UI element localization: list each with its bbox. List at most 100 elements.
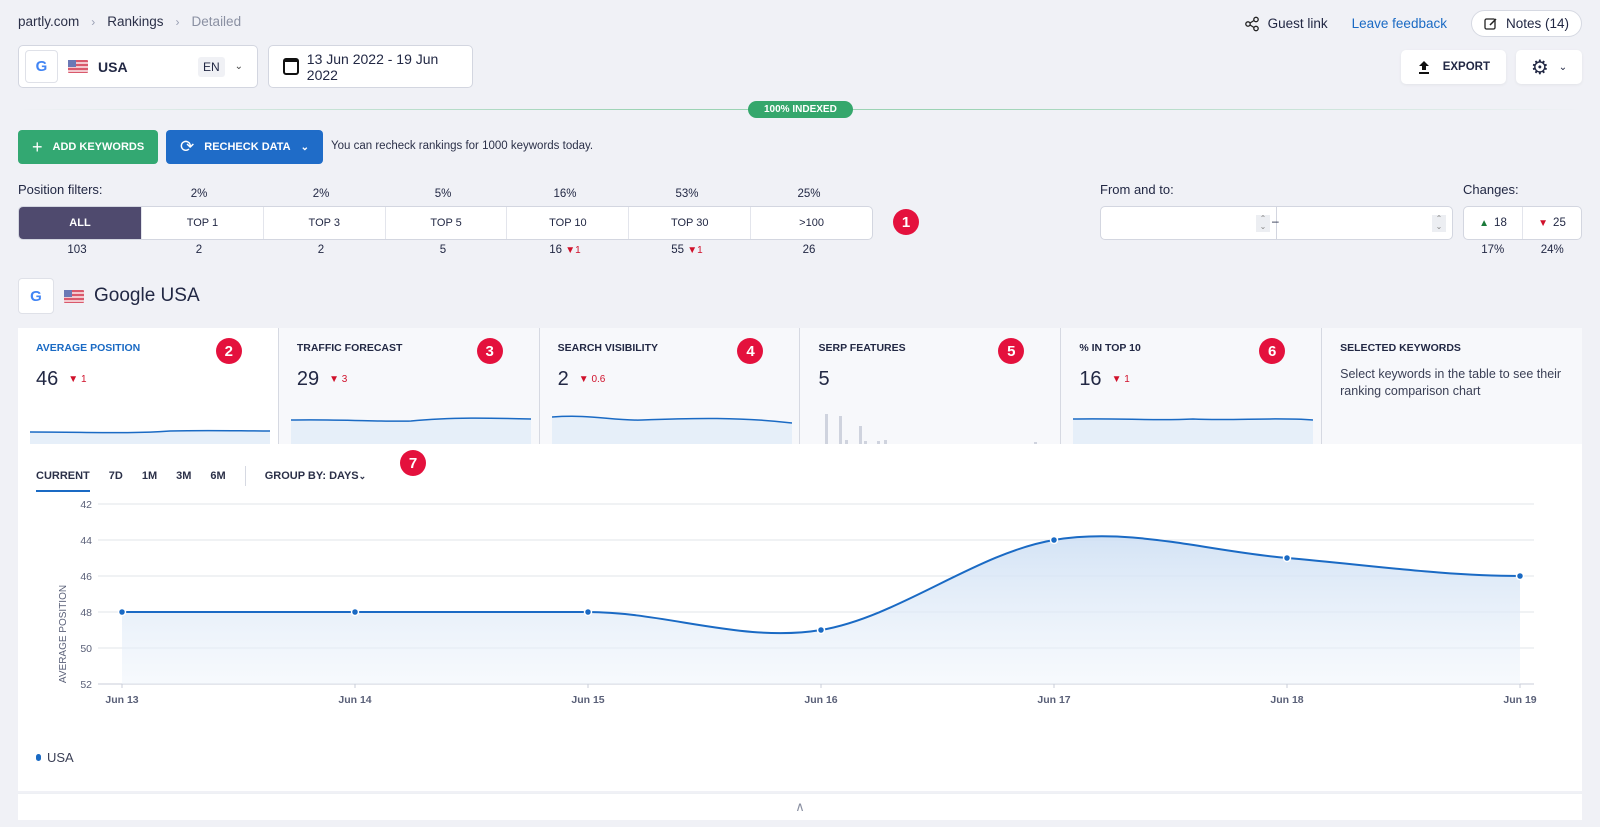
filter-percent-row: 2% 2% 5% 16% 53% 25% — [138, 188, 870, 200]
metric-average-position[interactable]: AVERAGE POSITION 46 ▼ 1 2 — [18, 328, 278, 444]
metric-traffic-forecast[interactable]: TRAFFIC FORECAST 29 ▼ 3 3 — [277, 328, 539, 444]
serp-bars — [825, 414, 1038, 444]
recheck-data-label: RECHECK DATA — [204, 141, 291, 153]
filter-count: 26 — [802, 244, 816, 256]
changes-up-count: 18 — [1494, 217, 1507, 229]
legend-marker — [36, 754, 41, 761]
average-position-chart: 42 44 46 48 50 52 Jun 13 Jun 14 Jun 15 Jun 16 Jun… — [58, 499, 1537, 706]
metric-change-value: 3 — [341, 374, 348, 385]
data-point[interactable] — [583, 607, 593, 617]
add-keywords-label: ADD KEYWORDS — [52, 141, 145, 153]
breadcrumb-site[interactable]: partly.com — [18, 14, 79, 29]
breadcrumb-rankings[interactable]: Rankings — [107, 14, 163, 29]
changes-up-button[interactable]: ▲ 18 — [1464, 207, 1522, 239]
to-input[interactable]: ⌃ ⌄ — [1277, 207, 1452, 239]
settings-button[interactable]: ⚙ ⌄ — [1516, 50, 1582, 84]
google-icon: G — [25, 50, 58, 83]
engine-location-selector[interactable]: G USA EN ⌄ — [18, 45, 258, 88]
metric-value: 29 — [296, 368, 320, 390]
indexed-badge: 100% INDEXED — [748, 101, 853, 118]
data-point[interactable] — [117, 607, 127, 617]
filter-percent: 2% — [312, 188, 330, 200]
x-tick-label: Jun 13 — [105, 694, 138, 706]
export-button[interactable]: EXPORT — [1400, 50, 1506, 84]
x-tick-label: Jun 18 — [1270, 694, 1303, 706]
metric-serp-features[interactable]: SERP FEATURES 5 5 — [799, 328, 1061, 444]
data-point[interactable] — [1049, 535, 1059, 545]
metric-value: 2 — [557, 368, 569, 390]
changes-down-percent: 24% — [1540, 244, 1564, 256]
country-label: USA — [98, 58, 128, 75]
changes-down-button[interactable]: ▼ 25 — [1522, 207, 1581, 239]
engine-header: G Google USA — [18, 278, 200, 314]
metric-change-value: 1 — [1124, 374, 1130, 385]
collapse-chart-button[interactable]: ∧ — [18, 793, 1582, 820]
chevron-right-icon: › — [175, 14, 180, 29]
plus-icon: + — [32, 136, 43, 157]
chart-area — [122, 536, 1520, 684]
annotation-badge: 5 — [998, 338, 1025, 364]
filter-over-100[interactable]: >100 — [750, 207, 872, 239]
notes-button[interactable]: Notes (14) — [1470, 10, 1582, 37]
count-value: 16 — [549, 244, 563, 256]
metric-search-visibility[interactable]: SEARCH VISIBILITY 2 ▼ 0.6 4 — [538, 328, 800, 444]
spinner-icon[interactable]: ⌃ ⌄ — [1432, 215, 1446, 232]
google-icon: G — [18, 278, 54, 314]
tab-3m[interactable]: 3M — [176, 470, 191, 482]
guest-link-button[interactable]: Guest link — [1244, 16, 1328, 32]
data-point[interactable] — [350, 607, 360, 617]
chart-legend[interactable]: USA — [36, 750, 74, 765]
metric-change-value: 0.6 — [591, 374, 606, 385]
filter-top-5[interactable]: TOP 5 — [384, 207, 507, 239]
top-actions: Guest link Leave feedback Notes (14) — [1244, 10, 1582, 37]
filter-top-3[interactable]: TOP 3 — [262, 207, 385, 239]
spinner-icon[interactable]: ⌃ ⌄ — [1256, 215, 1270, 232]
data-point[interactable] — [1282, 553, 1292, 563]
guest-link-label: Guest link — [1267, 16, 1328, 31]
group-by-dropdown[interactable]: GROUP BY: DAYS⌄ — [265, 470, 367, 482]
data-point[interactable] — [816, 625, 826, 635]
us-flag-icon — [64, 289, 84, 303]
metric-value: 46 — [36, 368, 59, 390]
from-input[interactable]: ⌃ ⌄ — [1101, 207, 1277, 239]
position-filters-label: Position filters: — [18, 182, 103, 197]
count-change: 1 — [575, 245, 581, 256]
metric-change: ▼ 0.6 — [578, 374, 606, 385]
breadcrumb: partly.com › Rankings › Detailed — [18, 14, 241, 29]
data-point[interactable] — [1515, 571, 1525, 581]
filter-top-30[interactable]: TOP 30 — [628, 207, 750, 239]
x-tick-label: Jun 19 — [1503, 694, 1536, 706]
chart-range-tabs: CURRENT 7D 1M 3M 6M GROUP BY: DAYS⌄ — [36, 466, 367, 492]
filter-top-10[interactable]: TOP 10 — [506, 207, 628, 239]
sparkline — [1073, 418, 1314, 444]
date-range-picker[interactable]: 13 Jun 2022 - 19 Jun 2022 — [268, 45, 473, 88]
sparkline — [30, 429, 270, 444]
annotation-badge: 1 — [893, 209, 919, 235]
filter-percent: 5% — [434, 188, 452, 200]
legend-label: USA — [47, 750, 74, 765]
date-range-label: 13 Jun 2022 - 19 Jun 2022 — [306, 50, 439, 83]
breadcrumb-current: Detailed — [191, 14, 242, 29]
tab-7d[interactable]: 7D — [109, 470, 123, 482]
metrics-row: AVERAGE POSITION 46 ▼ 1 2 TRAFFIC FORECAS… — [18, 328, 1582, 444]
filter-percent: 53% — [675, 188, 699, 200]
tab-1m[interactable]: 1M — [142, 470, 157, 482]
annotation-badge: 4 — [737, 338, 764, 364]
filter-count: 5 — [439, 244, 447, 256]
share-icon — [1244, 16, 1259, 31]
filter-count-row: 103 2 2 5 16 ▼1 55 ▼1 26 — [16, 244, 870, 256]
add-keywords-button[interactable]: + ADD KEYWORDS — [18, 130, 159, 164]
y-tick-label: 42 — [80, 499, 92, 511]
filter-top-1[interactable]: TOP 1 — [141, 207, 263, 239]
export-label: EXPORT — [1442, 61, 1490, 73]
leave-feedback-link[interactable]: Leave feedback — [1352, 16, 1447, 31]
filter-percent: 25% — [797, 188, 821, 200]
metric-change-value: 1 — [80, 374, 87, 385]
metric-percent-top-10[interactable]: % IN TOP 10 16 ▼ 1 6 — [1060, 328, 1322, 444]
metric-change: ▼ 1 — [1111, 374, 1130, 385]
filter-all[interactable]: ALL — [19, 207, 141, 239]
recheck-data-button[interactable]: ⟳ RECHECK DATA ⌄ — [166, 130, 324, 164]
engine-title: Google USA — [94, 285, 200, 306]
tab-6m[interactable]: 6M — [210, 470, 225, 482]
filter-count: 103 — [67, 244, 87, 256]
